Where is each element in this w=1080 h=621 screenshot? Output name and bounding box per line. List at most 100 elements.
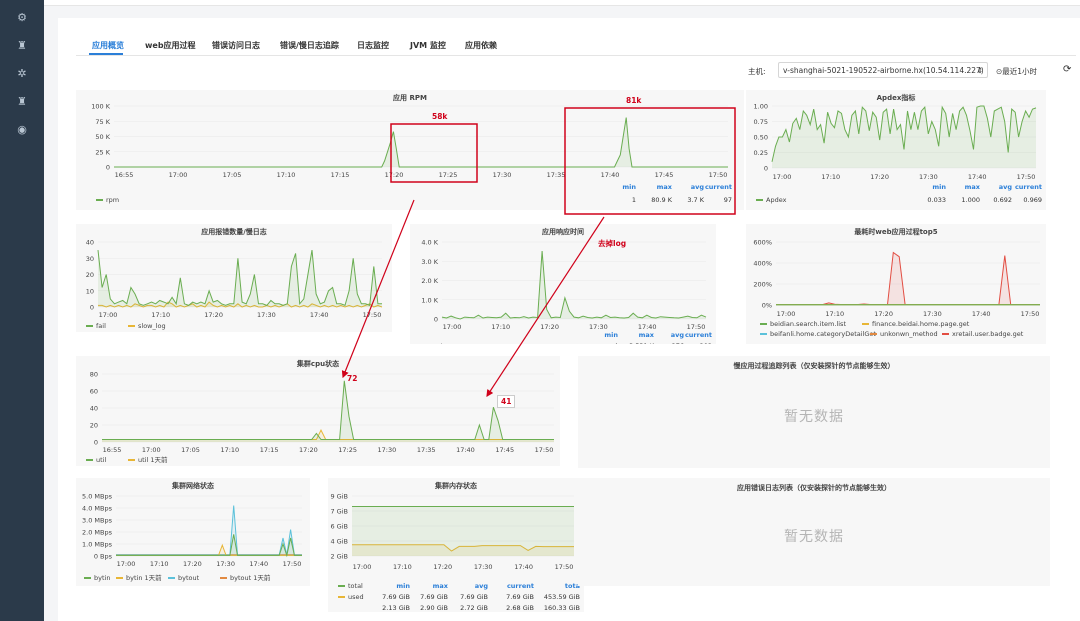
host-select[interactable]: v-shanghai-5021-190522-airborne.hx(10.54… xyxy=(778,62,988,78)
x-tick-label: 17:10 xyxy=(150,560,169,568)
stats-value: 7.69 GiB xyxy=(420,593,448,601)
stats-value: 80.9 K xyxy=(651,196,673,204)
legend-label: xretail.user.badge.get xyxy=(952,330,1024,338)
x-tick-label: 17:30 xyxy=(589,323,608,331)
series-area-bytin xyxy=(116,534,302,556)
legend-label: bytin xyxy=(94,574,110,582)
x-tick-label: 17:30 xyxy=(474,563,493,571)
rpm-chart[interactable]: 100 K 75 K 50 K 25 K 0 16:55 17:00 17:05 17:10 17… xyxy=(76,90,744,210)
x-tick-label: 17:40 xyxy=(310,311,329,319)
legend-label: util xyxy=(96,456,106,464)
stats-header: current xyxy=(1015,183,1042,191)
stats-value: 4 xyxy=(614,342,618,344)
stats-header: avg xyxy=(999,183,1013,191)
stats-value: 1.000 xyxy=(961,196,980,204)
x-tick-label: 17:30 xyxy=(919,173,938,181)
panel-response-time: 应用响应时间 4.0 K 3.0 K 2.0 K 1.0 K 0 17:00 17:10 17… xyxy=(410,224,716,351)
eye-icon[interactable]: ◉ xyxy=(0,118,44,142)
y-tick-label: 0 xyxy=(764,165,768,173)
stats-value: 0.033 xyxy=(927,196,946,204)
panel-apdex: Apdex指标 1.00 0.75 0.50 0.25 0 17:00 17:10 17:20… xyxy=(746,90,1046,210)
tab-overview[interactable]: 应用概览 xyxy=(92,40,124,51)
y-tick-label: 0.25 xyxy=(754,149,768,157)
tab-jvm-monitor[interactable]: JVM 监控 xyxy=(410,40,446,51)
y-tick-label: 6 GiB xyxy=(330,523,348,531)
x-tick-label: 17:10 xyxy=(821,173,840,181)
panel-rpm: 应用 RPM 100 K 75 K 50 K 25 K 0 16:55 17:00 17:05… xyxy=(76,90,744,210)
deploy-icon[interactable]: ♜ xyxy=(0,90,44,114)
stats-header: max xyxy=(639,331,655,339)
x-tick-label: 17:15 xyxy=(260,446,279,454)
x-tick-label: 17:00 xyxy=(169,171,188,179)
tab-error-access-log[interactable]: 错误访问日志 xyxy=(212,40,260,51)
y-tick-label: 60 xyxy=(90,388,98,396)
stats-header: avg xyxy=(691,183,705,191)
x-tick-label: 17:20 xyxy=(183,560,202,568)
tab-active-indicator xyxy=(89,53,123,55)
tab-error-slow-trace[interactable]: 错误/慢日志追踪 xyxy=(280,40,339,51)
host-row: 主机: v-shanghai-5021-190522-airborne.hx(1… xyxy=(748,62,1071,78)
host-value: v-shanghai-5021-190522-airborne.hx(10.54… xyxy=(783,66,984,75)
response-time-chart[interactable]: 4.0 K 3.0 K 2.0 K 1.0 K 0 17:00 17:10 17:20 17:3… xyxy=(410,224,716,351)
series-area-xretail.user.badge.get xyxy=(776,252,1040,305)
stats-header: max xyxy=(433,582,449,590)
y-tick-label: 1.0 K xyxy=(421,296,438,304)
y-tick-label: 9 GiB xyxy=(330,493,348,501)
series-line-bytin 1天前 xyxy=(116,543,302,556)
refresh-icon[interactable]: ⟳ xyxy=(1063,64,1071,75)
legend-label: bytout xyxy=(178,574,200,582)
stats-header: min xyxy=(932,183,946,191)
top5-chart[interactable]: 600% 400% 200% 0% 17:00 17:10 17:20 17:30 17:40 1… xyxy=(746,224,1046,344)
series-line-bytin xyxy=(116,534,302,558)
apdex-chart[interactable]: 1.00 0.75 0.50 0.25 0 17:00 17:10 17:20 17:30 17:… xyxy=(746,90,1046,210)
x-tick-label: 17:10 xyxy=(491,323,510,331)
stats-value: 202 xyxy=(700,342,712,344)
stats-value: 2.13 GiB xyxy=(382,604,410,612)
x-tick-label: 17:20 xyxy=(433,563,452,571)
series-area-total xyxy=(352,506,574,556)
x-tick-label: 17:50 xyxy=(555,563,574,571)
x-tick-label: 17:10 xyxy=(151,311,170,319)
series-area-bytout xyxy=(116,505,302,556)
y-tick-label: 80 xyxy=(90,371,98,379)
stats-value: 3.531 K xyxy=(629,342,655,344)
y-tick-label: 50 K xyxy=(95,133,110,141)
x-tick-label: 17:50 xyxy=(363,311,382,319)
stats-value: 1 xyxy=(632,196,636,204)
panel-network: 集群网络状态 5.0 MBps 4.0 MBps 3.0 MBps 2.0 MBps 1… xyxy=(76,478,310,586)
stats-header: max xyxy=(657,183,673,191)
app-icon[interactable]: ♜ xyxy=(0,34,44,58)
x-tick-label: 17:40 xyxy=(249,560,268,568)
memory-chart[interactable]: 9 GiB 7 GiB 6 GiB 4 GiB 2 GiB 17:00 17:10 17:20… xyxy=(328,478,584,613)
tab-web-process[interactable]: web应用过程 xyxy=(145,40,196,51)
x-tick-label: 17:40 xyxy=(968,173,987,181)
y-tick-label: 2 GiB xyxy=(330,553,348,561)
legend-label: rt xyxy=(438,342,444,344)
gears-icon[interactable]: ⚙ xyxy=(0,6,44,30)
cpu-chart[interactable]: 80 60 40 20 0 16:55 17:00 17:05 17:10 17:15 17:20 1… xyxy=(76,356,560,466)
x-tick-label: 17:35 xyxy=(547,171,566,179)
panel-error-log-list: 应用错误日志列表（仅安装探针的节点能够生效） 暂无数据 xyxy=(578,478,1050,586)
x-tick-label: 17:20 xyxy=(870,173,889,181)
x-tick-label: 17:10 xyxy=(393,563,412,571)
y-tick-label: 4.0 MBps xyxy=(82,505,113,513)
errors-chart[interactable]: 40 30 20 10 0 17:00 17:10 17:20 17:30 17:40 17:50 f… xyxy=(76,224,392,332)
stats-value: 7.69 GiB xyxy=(506,593,534,601)
y-tick-label: 2.0 MBps xyxy=(82,529,113,537)
panel-memory: 集群内存状态 9 GiB 7 GiB 6 GiB 4 GiB 2 GiB 17:00 17:… xyxy=(328,478,584,612)
stats-value: 2.68 GiB xyxy=(506,604,534,612)
x-tick-label: 17:15 xyxy=(331,171,350,179)
legend-label: bytout 1天前 xyxy=(230,573,271,582)
time-range-select[interactable]: ⊙最近1小时 xyxy=(996,66,1037,77)
tab-app-deps[interactable]: 应用依赖 xyxy=(465,40,497,51)
network-chart[interactable]: 5.0 MBps 4.0 MBps 3.0 MBps 2.0 MBps 1.0 MBps… xyxy=(76,478,310,586)
x-tick-label: 17:10 xyxy=(825,310,844,318)
no-data-text: 暂无数据 xyxy=(784,529,844,545)
annotation-72: 72 xyxy=(347,374,358,383)
stats-value: 276 xyxy=(672,342,684,344)
cluster-icon[interactable]: ✲ xyxy=(0,62,44,86)
y-tick-label: 0.75 xyxy=(754,118,768,126)
x-tick-label: 17:40 xyxy=(601,171,620,179)
tab-log-monitor[interactable]: 日志监控 xyxy=(357,40,389,51)
x-tick-label: 17:45 xyxy=(495,446,514,454)
